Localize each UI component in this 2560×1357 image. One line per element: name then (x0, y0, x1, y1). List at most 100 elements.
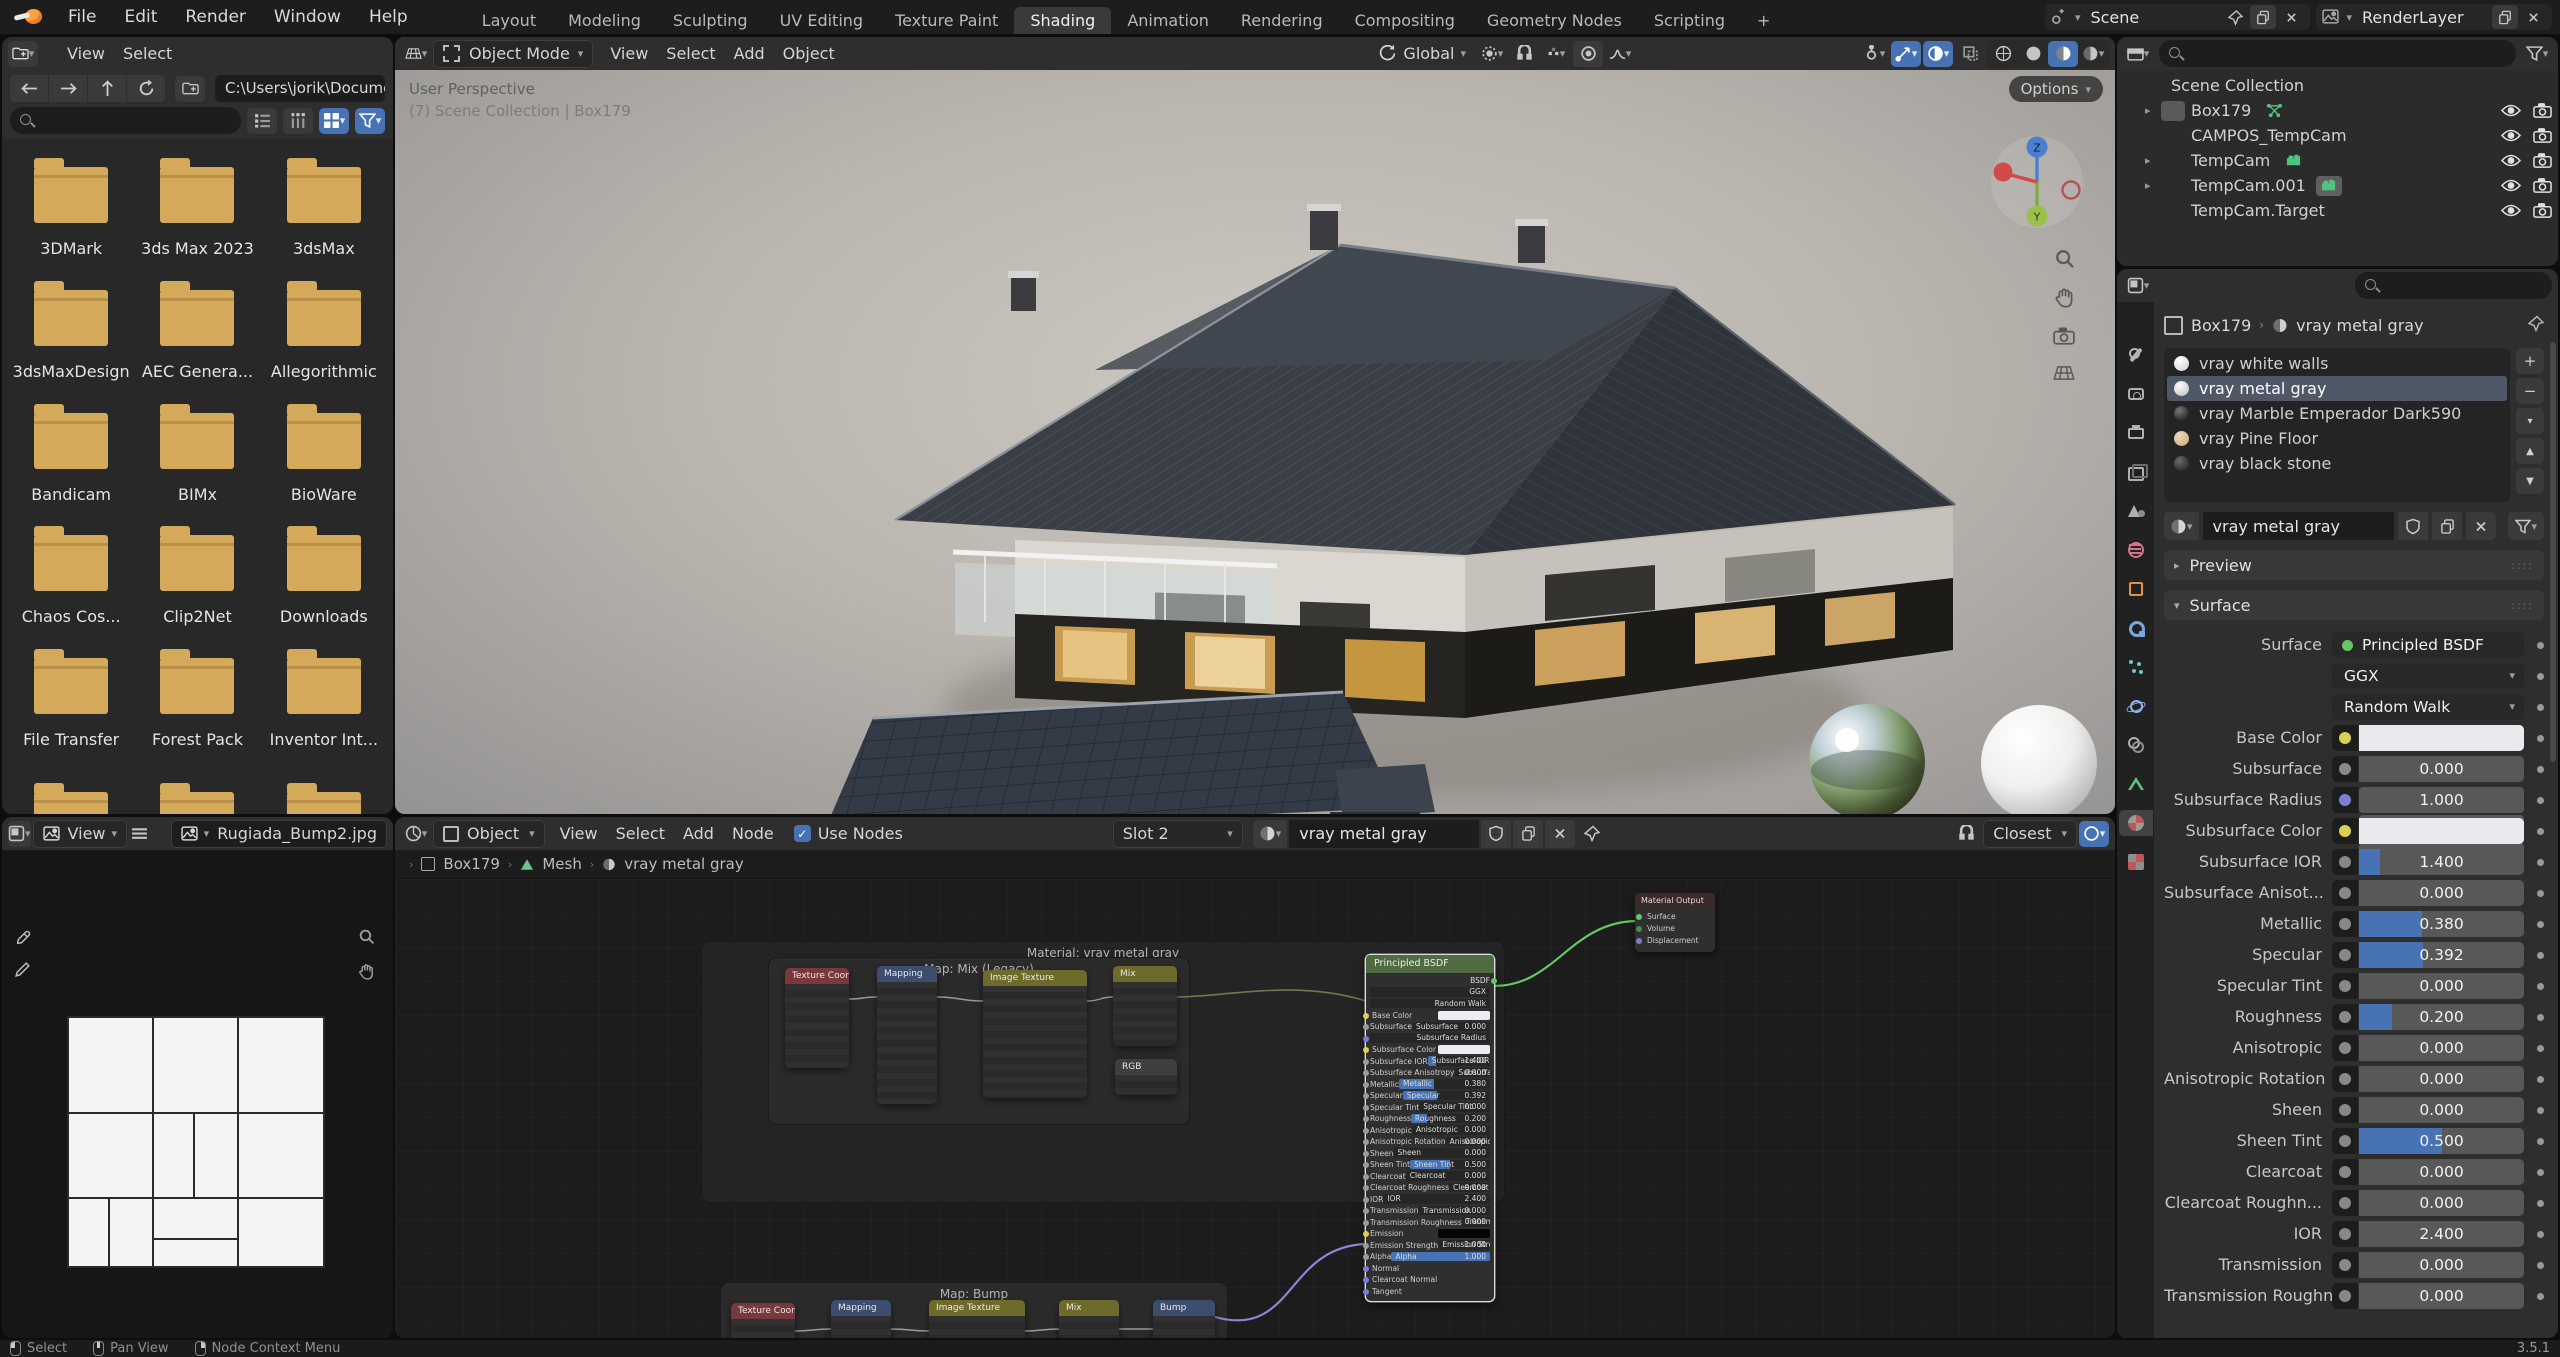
tab-render[interactable] (2119, 381, 2153, 407)
animate-decorator[interactable] (2524, 818, 2544, 844)
node-socket-row[interactable]: Alpha Alpha 1.000 (1363, 1251, 1490, 1262)
property-widget[interactable]: 2.400 ▾ (2359, 1221, 2524, 1247)
breadcrumb-material[interactable]: vray metal gray (2296, 316, 2423, 335)
object-name[interactable]: Box179 (2191, 101, 2251, 120)
folder-item[interactable]: Inventor Int... (261, 644, 387, 753)
socket-button[interactable] (2332, 1066, 2358, 1092)
socket-button[interactable] (2332, 1252, 2358, 1278)
property-widget[interactable]: ▾ (2359, 818, 2524, 844)
workspace-tab[interactable]: Compositing (1339, 7, 1471, 34)
workspace-tab[interactable]: Geometry Nodes (1471, 7, 1638, 34)
remove-slot-button[interactable]: − (2516, 378, 2544, 404)
slot-move-down-button[interactable]: ▼ (2516, 468, 2544, 494)
navigation-gizmo[interactable]: Z Y (1989, 134, 2085, 230)
view-layer-icon[interactable] (2322, 8, 2344, 26)
node-color-swatch[interactable] (1438, 1229, 1490, 1238)
workspace-tab[interactable]: Modeling (552, 7, 657, 34)
node-socket-row[interactable]: Emission Emission (1363, 1228, 1490, 1239)
node-socket-row[interactable]: Subsurface IOR Subsurface IOR 1.400 (1363, 1056, 1490, 1067)
shader-node[interactable]: Texture Coordinate (731, 1303, 795, 1338)
folder-item[interactable]: Allegorithmic (261, 276, 387, 385)
object-type-icon[interactable] (2161, 151, 2185, 171)
object-type-icon[interactable] (2161, 176, 2185, 196)
tab-particles[interactable] (2119, 654, 2153, 680)
shading-wireframe-icon[interactable] (1988, 41, 2018, 67)
tab-scene[interactable] (2119, 498, 2153, 524)
vertical-list-icon[interactable] (247, 107, 277, 134)
copy-material-button[interactable] (1513, 819, 1544, 848)
tab-material[interactable] (2118, 810, 2153, 836)
object-name[interactable]: Scene Collection (2171, 76, 2304, 95)
output-socket-row[interactable]: Surface (1636, 911, 1711, 923)
forward-button[interactable] (49, 75, 88, 102)
file-browser-menu[interactable]: Select (114, 41, 181, 67)
falloff-curve-icon[interactable]: ▾ (1605, 41, 1635, 67)
hide-eye-icon[interactable] (2501, 177, 2521, 194)
outliner-row[interactable]: ▸ TempCam.Target (2117, 198, 2558, 223)
animate-decorator[interactable] (2524, 1097, 2544, 1123)
shader-menu[interactable]: Node (723, 821, 783, 847)
shader-node[interactable]: Bump (1153, 1300, 1215, 1338)
workspace-tab[interactable]: Layout (466, 7, 552, 34)
outliner-row[interactable]: ▸ TempCam (2117, 148, 2558, 173)
thumbnail-view-icon[interactable]: ▾ (319, 107, 349, 134)
new-scene-button[interactable] (2250, 5, 2277, 29)
browse-material-button[interactable]: ▾ (2164, 512, 2199, 540)
animate-decorator[interactable] (2524, 942, 2544, 968)
close-icon[interactable] (2518, 4, 2548, 30)
hide-eye-icon[interactable] (2501, 102, 2521, 119)
slot-selector[interactable]: Slot 2 ▾ (1112, 819, 1243, 848)
viewport-menu[interactable]: Select (657, 41, 724, 67)
shader-menu[interactable]: Add (674, 821, 723, 847)
property-widget[interactable]: ▾ (2359, 725, 2524, 751)
node-color-swatch[interactable] (1438, 1010, 1490, 1020)
show-gizmo-icon[interactable]: ▾ (1859, 41, 1889, 67)
folder-item[interactable]: Chaos Cos... (8, 521, 134, 630)
shader-node[interactable]: RGB (1115, 1059, 1177, 1095)
zoom-icon[interactable] (358, 928, 375, 945)
animate-decorator[interactable] (2524, 1066, 2544, 1092)
color-swatch[interactable] (2359, 725, 2524, 751)
object-data-icon[interactable] (2315, 175, 2342, 196)
socket-button[interactable] (2332, 911, 2358, 937)
folder-item[interactable]: BioWare (261, 399, 387, 508)
animate-decorator[interactable] (2524, 725, 2544, 751)
folder-item[interactable]: 3dsMaxDesign (8, 276, 134, 385)
object-data-icon[interactable] (2335, 201, 2361, 221)
animate-decorator[interactable] (2524, 1190, 2544, 1216)
animate-decorator[interactable] (2524, 880, 2544, 906)
shading-material-icon[interactable] (2048, 40, 2078, 67)
material-slot[interactable]: vray white walls (2164, 351, 2510, 376)
breadcrumb-mesh[interactable]: Mesh (542, 855, 582, 873)
mode-selector[interactable]: Object Mode ▾ (433, 39, 594, 68)
tab-constraints[interactable] (2119, 732, 2153, 758)
socket-button[interactable] (2332, 1190, 2358, 1216)
workspace-tab[interactable]: Texture Paint (879, 7, 1014, 34)
node-socket-row[interactable]: Metallic Metallic 0.380 (1363, 1079, 1490, 1090)
unlink-material-button[interactable] (1545, 819, 1576, 848)
image-canvas[interactable] (2, 850, 393, 1338)
object-type-icon[interactable] (2161, 100, 2185, 121)
breadcrumb-material[interactable]: vray metal gray (624, 855, 744, 873)
tab-world[interactable] (2119, 537, 2153, 563)
socket-button[interactable] (2332, 880, 2358, 906)
tab-object-data[interactable] (2119, 771, 2153, 797)
tab-tool[interactable] (2119, 342, 2153, 368)
properties-scrollbar[interactable] (2550, 342, 2556, 762)
node-socket-row[interactable]: Random Walk (1370, 998, 1490, 1009)
object-data-icon[interactable] (2261, 101, 2287, 121)
tab-physics[interactable] (2119, 693, 2153, 719)
node-socket-row[interactable]: Emission Strength Emission Strength 1.00… (1363, 1240, 1490, 1251)
expand-caret-icon[interactable]: ▸ (2145, 179, 2161, 192)
expand-caret-icon[interactable]: ▸ (2145, 104, 2161, 117)
shader-node[interactable]: Texture Coordinate (785, 968, 849, 1068)
property-widget[interactable]: 0.000 ▾ (2359, 1252, 2524, 1278)
socket-button[interactable] (2332, 725, 2358, 751)
workspace-tab[interactable]: Rendering (1225, 7, 1339, 34)
shader-node[interactable]: Image Texture (929, 1300, 1025, 1338)
slot-specials-button[interactable]: ▾ (2516, 408, 2544, 434)
workspace-tab[interactable]: Scripting (1638, 7, 1741, 34)
workspace-tab[interactable]: Animation (1111, 7, 1225, 34)
node-socket-row[interactable]: Roughness Roughness 0.200 (1363, 1113, 1490, 1124)
node-socket-row[interactable]: GGX (1370, 987, 1490, 998)
